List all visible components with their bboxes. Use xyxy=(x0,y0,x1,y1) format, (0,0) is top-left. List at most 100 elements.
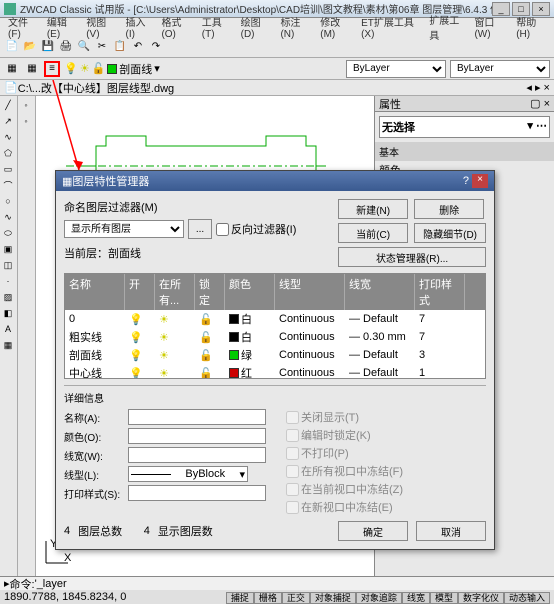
menu-工具(T)[interactable]: 工具(T) xyxy=(198,14,235,40)
polygon-icon[interactable]: ⬠ xyxy=(1,146,15,160)
status-对象追踪[interactable]: 对象追踪 xyxy=(356,592,402,604)
undo-icon[interactable]: ↶ xyxy=(130,39,146,55)
command-line[interactable]: ▸ 命令: '_layer xyxy=(0,576,554,590)
open-icon[interactable]: 📂 xyxy=(22,39,38,55)
redo-icon[interactable]: ↷ xyxy=(148,39,164,55)
doc-tab-label: C:\...改【中心线】图层线型.dwg xyxy=(18,80,174,96)
circle-icon[interactable]: ○ xyxy=(1,194,15,208)
col-header[interactable]: 锁定 xyxy=(195,274,225,310)
arc-icon[interactable]: ⌒ xyxy=(1,178,15,192)
xline-icon[interactable]: ↗ xyxy=(1,114,15,128)
print-icon[interactable]: 🖨 xyxy=(58,39,74,55)
preview-icon[interactable]: 🔍 xyxy=(76,39,92,55)
tb2-icon[interactable]: ▦ xyxy=(24,61,40,77)
region-icon[interactable]: ◧ xyxy=(1,306,15,320)
menu-编辑(E)[interactable]: 编辑(E) xyxy=(43,14,80,40)
menu-修改(M)[interactable]: 修改(M) xyxy=(316,14,355,40)
chk-freeze-cur[interactable]: 在当前视口中冻结(Z) xyxy=(286,481,403,497)
rect-icon[interactable]: ▭ xyxy=(1,162,15,176)
ok-button[interactable]: 确定 xyxy=(338,521,408,541)
hide-details-button[interactable]: 隐藏细节(D) xyxy=(414,223,486,243)
dialog-help-icon[interactable]: ? xyxy=(463,175,469,187)
status-模型[interactable]: 模型 xyxy=(430,592,458,604)
layer-row[interactable]: 粗实线💡☀🔓 白Continuous— 0.30 mm7 xyxy=(65,328,485,346)
cut-icon[interactable]: ✂ xyxy=(94,39,110,55)
status-数字化仪[interactable]: 数字化仪 xyxy=(458,592,504,604)
col-header[interactable]: 线型 xyxy=(275,274,345,310)
dialog-title-bar[interactable]: ▦ 图层特性管理器 ? × xyxy=(56,171,494,191)
block-icon[interactable]: ◫ xyxy=(1,258,15,272)
layer-grid[interactable]: 名称开在所有...锁定颜色线型线宽打印样式 0💡☀🔓 白Continuous— … xyxy=(64,273,486,379)
color-combo[interactable]: ByLayer xyxy=(346,60,446,78)
chk-lock[interactable]: 编辑时锁定(K) xyxy=(286,427,403,443)
layer-row[interactable]: 0💡☀🔓 白Continuous— Default7 xyxy=(65,310,485,328)
filter-combo[interactable]: 显示所有图层 xyxy=(64,220,184,238)
delete-layer-button[interactable]: 删除 xyxy=(414,199,484,219)
layer-manager-icon[interactable]: ≡ xyxy=(44,61,60,77)
props-title: 属性 xyxy=(379,96,401,112)
col-header[interactable]: 名称 xyxy=(65,274,125,310)
col-header[interactable]: 颜色 xyxy=(225,274,275,310)
chk-freeze-new[interactable]: 在新视口中冻结(E) xyxy=(286,499,403,515)
layer-row[interactable]: 剖面线💡☀🔓 绿Continuous— Default3 xyxy=(65,346,485,364)
line-icon[interactable]: ╱ xyxy=(1,98,15,112)
save-icon[interactable]: 💾 xyxy=(40,39,56,55)
ltype-combo[interactable]: ByLayer xyxy=(450,60,550,78)
chk-freeze-all[interactable]: 在所有视口中冻结(F) xyxy=(286,463,403,479)
coordinates: 1890.7788, 1845.8234, 0 xyxy=(4,591,126,603)
menu-窗口(W)[interactable]: 窗口(W) xyxy=(470,14,510,40)
detail-ltype-combo[interactable]: ByBlock▾ xyxy=(128,466,248,482)
detail-pstyle-label: 打印样式(S): xyxy=(64,486,124,501)
menu-视图(V)[interactable]: 视图(V) xyxy=(82,14,119,40)
props-selection[interactable]: 无选择 ▾ ⋯ xyxy=(379,116,550,138)
menu-插入(I)[interactable]: 插入(I) xyxy=(122,14,156,40)
new-icon[interactable]: 📄 xyxy=(4,39,20,55)
new-layer-button[interactable]: 新建(N) xyxy=(338,199,408,219)
menu-格式(O)[interactable]: 格式(O) xyxy=(157,14,195,40)
menu-标注(N)[interactable]: 标注(N) xyxy=(276,14,314,40)
detail-pstyle-input[interactable] xyxy=(128,485,266,501)
spline-icon[interactable]: ∿ xyxy=(1,210,15,224)
point-icon[interactable]: · xyxy=(1,274,15,288)
status-正交[interactable]: 正交 xyxy=(282,592,310,604)
status-线宽[interactable]: 线宽 xyxy=(402,592,430,604)
filter-browse-button[interactable]: ... xyxy=(188,219,212,239)
ellipse-icon[interactable]: ⬭ xyxy=(1,226,15,240)
col-header[interactable]: 开 xyxy=(125,274,155,310)
chk-off[interactable]: 关闭显示(T) xyxy=(286,409,403,425)
detail-name-input[interactable] xyxy=(128,409,266,425)
status-动态输入[interactable]: 动态输入 xyxy=(504,592,550,604)
aux1-icon[interactable]: ◦ xyxy=(19,98,33,112)
col-header[interactable]: 线宽 xyxy=(345,274,415,310)
set-current-button[interactable]: 当前(C) xyxy=(338,223,408,243)
menu-bar: 文件(F)编辑(E)视图(V)插入(I)格式(O)工具(T)绘图(D)标注(N)… xyxy=(0,18,554,36)
insert-icon[interactable]: ▣ xyxy=(1,242,15,256)
status-对象捕捉[interactable]: 对象捕捉 xyxy=(310,592,356,604)
status-捕捉[interactable]: 捕捉 xyxy=(226,592,254,604)
tb1-icon[interactable]: ▦ xyxy=(4,61,20,77)
chk-noplot[interactable]: 不打印(P) xyxy=(286,445,403,461)
copy-icon[interactable]: 📋 xyxy=(112,39,128,55)
layer-row[interactable]: 中心线💡☀🔓 红Continuous— Default1 xyxy=(65,364,485,379)
text-icon[interactable]: A xyxy=(1,322,15,336)
col-header[interactable]: 在所有... xyxy=(155,274,195,310)
menu-帮助(H)[interactable]: 帮助(H) xyxy=(512,14,550,40)
dialog-close-icon[interactable]: × xyxy=(472,174,488,188)
detail-lweight-input[interactable] xyxy=(128,447,266,463)
document-tab[interactable]: 📄 C:\...改【中心线】图层线型.dwg ◂ ▸ × xyxy=(0,80,554,96)
menu-文件(F)[interactable]: 文件(F) xyxy=(4,14,41,40)
pline-icon[interactable]: ∿ xyxy=(1,130,15,144)
aux2-icon[interactable]: ◦ xyxy=(19,114,33,128)
menu-扩展工具[interactable]: 扩展工具 xyxy=(425,12,468,42)
menu-绘图(D)[interactable]: 绘图(D) xyxy=(237,14,275,40)
hatch-icon[interactable]: ▨ xyxy=(1,290,15,304)
layer-combo[interactable]: 💡☀🔓 剖面线 ▾ xyxy=(64,61,160,77)
cancel-button[interactable]: 取消 xyxy=(416,521,486,541)
invert-filter-checkbox[interactable]: 反向过滤器(I) xyxy=(216,221,296,237)
table-icon[interactable]: ▦ xyxy=(1,338,15,352)
state-manager-button[interactable]: 状态管理器(R)... xyxy=(338,247,486,267)
status-栅格[interactable]: 栅格 xyxy=(254,592,282,604)
detail-color-input[interactable] xyxy=(128,428,266,444)
col-header[interactable]: 打印样式 xyxy=(415,274,465,310)
menu-ET扩展工具(X)[interactable]: ET扩展工具(X) xyxy=(357,14,423,40)
